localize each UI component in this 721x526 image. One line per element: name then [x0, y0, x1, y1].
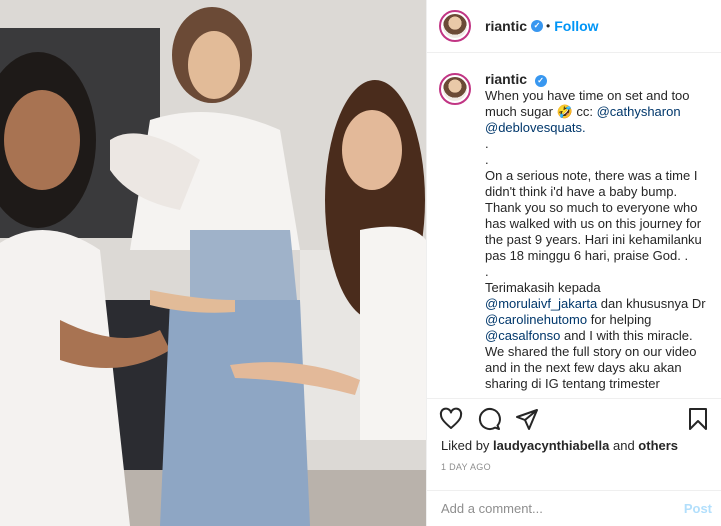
caption-line: We shared the full story on our video [485, 344, 697, 359]
caption-row: riantic ✓ When you have time on set and … [439, 71, 706, 392]
caption-line: . [485, 264, 489, 279]
caption-line: @carolinehutomo for helping [485, 312, 701, 328]
caption-text-span: dan khususnya Dr [597, 296, 706, 311]
caption-section: riantic ✓ When you have time on set and … [427, 54, 721, 398]
post-comment-button[interactable]: Post [684, 501, 712, 516]
likes-others-link[interactable]: others [638, 438, 678, 453]
caption-line: didn't think i'd have a baby bump. [485, 184, 678, 199]
caption-line: @morulaivf_jakarta dan khususnya Dr [485, 296, 706, 312]
mention-link[interactable]: @casalfonso [485, 328, 560, 343]
caption-line: much sugar 🤣 cc: @cathysharon [485, 104, 701, 120]
mention-link[interactable]: @morulaivf_jakarta [485, 296, 597, 311]
author-avatar[interactable] [439, 10, 471, 42]
caption-text-span: for helping [587, 312, 652, 327]
header-separator: • [546, 19, 551, 33]
caption-line: pas 18 minggu 6 hari, praise God. . [485, 248, 689, 263]
verified-badge-icon: ✓ [531, 20, 544, 32]
caption-line: the past 9 years. Hari ini kehamilanku [485, 232, 702, 247]
mention-link[interactable]: @cathysharon [597, 104, 681, 119]
likes-middle: and [609, 438, 639, 453]
caption-line: . [485, 152, 489, 167]
mention-link[interactable]: @carolinehutomo [485, 312, 587, 327]
heart-icon[interactable] [439, 407, 463, 431]
caption-username[interactable]: riantic [485, 71, 527, 87]
caption-line: When you have time on set and too [485, 88, 690, 103]
action-bar [427, 398, 721, 438]
caption-text-span: much sugar 🤣 cc: [485, 104, 597, 119]
caption-line: @casalfonso and I with this miracle. [485, 328, 701, 344]
caption-line: and in the next few days aku akan [485, 360, 682, 375]
caption-line: On a serious note, there was a time I [485, 168, 698, 183]
comment-form: Post [427, 490, 721, 526]
post-date[interactable]: 1 DAY AGO [441, 462, 491, 472]
caption-line: Terimakasih kepada [485, 280, 601, 295]
follow-button[interactable]: Follow [554, 18, 598, 34]
post-media-video[interactable] [0, 0, 426, 526]
comment-input[interactable] [441, 501, 684, 516]
caption-text: riantic ✓ When you have time on set and … [485, 71, 706, 392]
caption-line: has walked with us on this journey for [485, 216, 702, 231]
caption-avatar[interactable] [439, 73, 471, 105]
comment-icon[interactable] [477, 407, 501, 431]
video-frame [0, 0, 426, 526]
caption-line: sharing di IG tentang trimester [485, 376, 660, 391]
instagram-post: riantic ✓ • Follow riantic ✓ When you ha… [0, 0, 721, 526]
caption-text-span: and I with this miracle. [560, 328, 693, 343]
liker-username[interactable]: laudyacynthiabella [493, 438, 609, 453]
likes-prefix: Liked by [441, 438, 494, 453]
bookmark-icon[interactable] [686, 407, 710, 431]
post-side-panel: riantic ✓ • Follow riantic ✓ When you ha… [426, 0, 721, 526]
paper-plane-icon[interactable] [515, 407, 539, 431]
mention-link[interactable]: @deblovesquats. [485, 120, 701, 136]
author-username[interactable]: riantic [485, 18, 527, 34]
likes-summary: Liked by laudyacynthiabella and others [441, 438, 678, 453]
caption-line: Thank you so much to everyone who [485, 200, 698, 215]
verified-badge-icon: ✓ [534, 74, 547, 87]
caption-line: . [485, 136, 489, 151]
post-header: riantic ✓ • Follow [427, 0, 721, 53]
